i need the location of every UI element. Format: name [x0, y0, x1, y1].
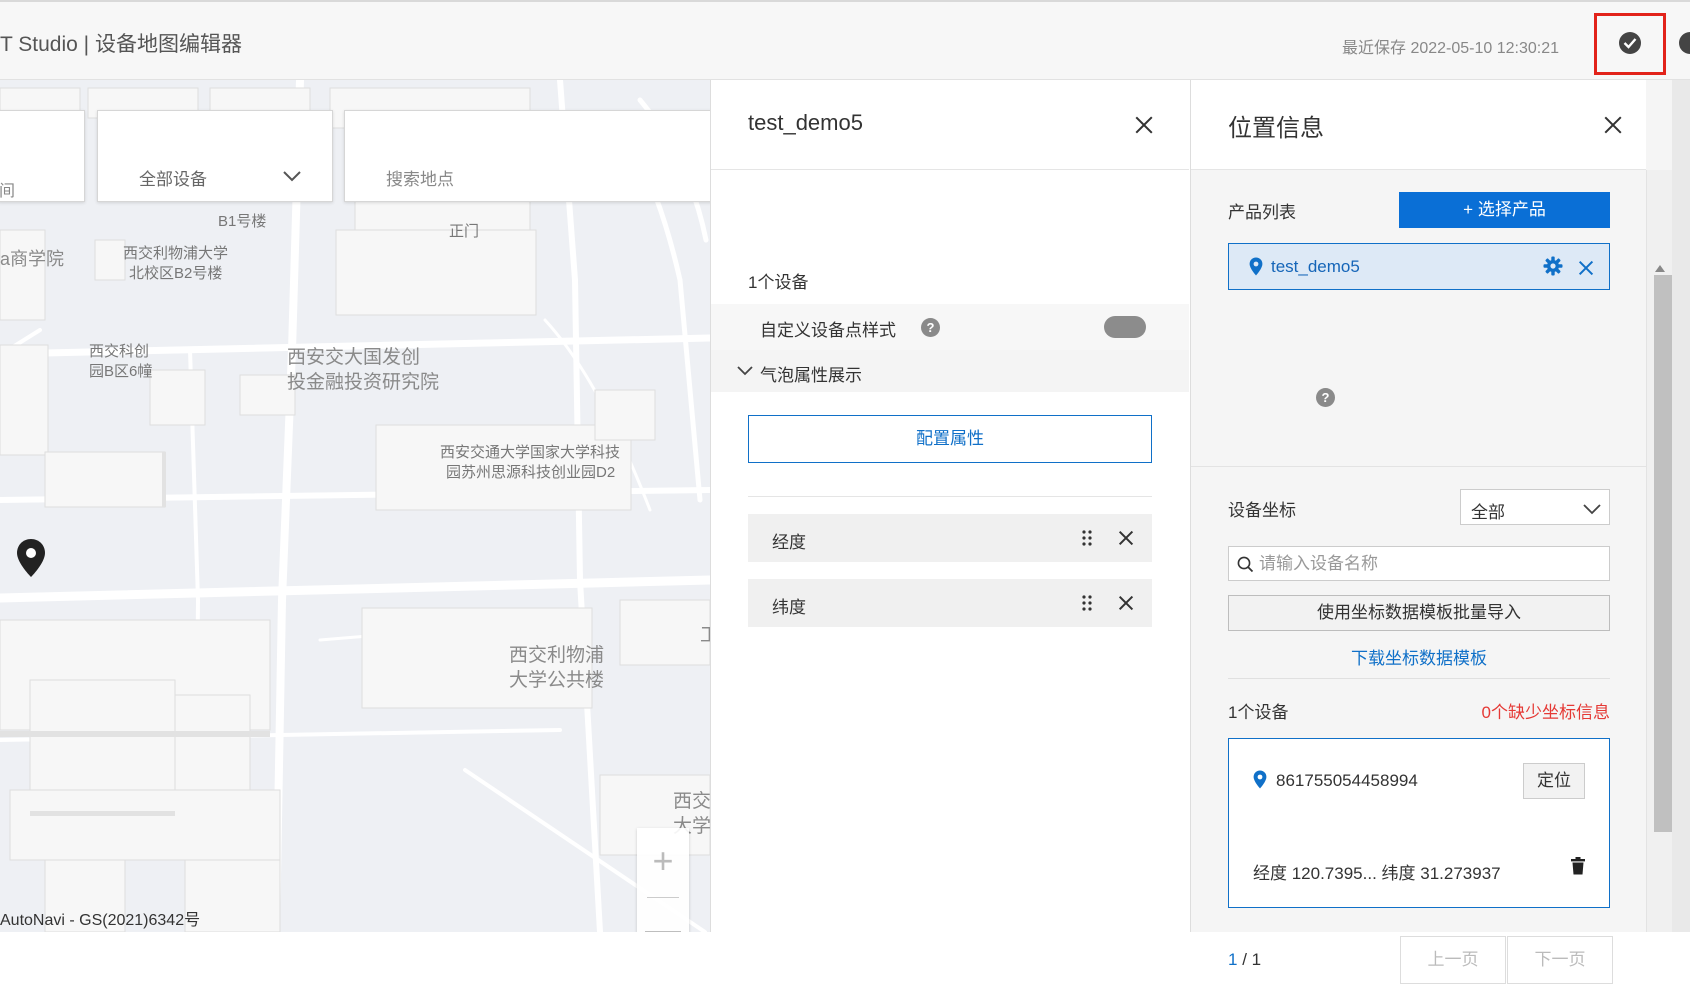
- device-marker-icon[interactable]: [16, 538, 46, 583]
- current-page: 1: [1228, 950, 1238, 969]
- map-label-gate: 正门: [449, 223, 480, 240]
- panel-header: 位置信息: [1191, 80, 1646, 170]
- divider: [748, 496, 1152, 497]
- gear-icon[interactable]: [1543, 256, 1563, 281]
- location-info-panel: 位置信息 产品列表 + 选择产品 test_demo5 设备坐标 ? 全部 使用…: [1190, 80, 1690, 984]
- attribute-label: 纬度: [772, 598, 806, 617]
- scrollbar-thumb[interactable]: [1654, 275, 1672, 832]
- map-label-kechuang-line1: 西交科创: [89, 343, 150, 360]
- close-icon[interactable]: [1603, 115, 1623, 135]
- product-name: test_demo5: [1271, 257, 1360, 276]
- chevron-down-icon: [283, 167, 301, 187]
- help-icon[interactable]: [1679, 32, 1690, 54]
- bubble-attr-section[interactable]: 气泡属性展示: [711, 350, 1189, 392]
- product-style-panel: test_demo5 1个设备 自定义设备点样式 ? 气泡属性展示 配置属性 经…: [710, 80, 1190, 932]
- prev-page-button[interactable]: 上一页: [1400, 936, 1506, 984]
- missing-coordinate-count: 0个缺少坐标信息: [1481, 703, 1610, 722]
- drag-handle-icon[interactable]: [1082, 595, 1092, 616]
- drag-handle-icon[interactable]: [1082, 530, 1092, 551]
- place-search-input[interactable]: 搜索地点: [344, 110, 710, 202]
- scrollbar[interactable]: [1646, 170, 1672, 932]
- map-label-kechuang: 西交科创 园B区6幢: [89, 342, 152, 381]
- configure-attributes-button[interactable]: 配置属性: [748, 415, 1152, 463]
- map-label-business-school: a商学院: [0, 249, 65, 269]
- select-value: 全部: [1471, 503, 1505, 522]
- time-filter[interactable]: 间: [0, 110, 85, 202]
- map-label-dafa-line2: 投金融投资研究院: [287, 371, 440, 393]
- total-pages: / 1: [1242, 950, 1262, 969]
- bubble-attr-label: 气泡属性展示: [760, 366, 862, 385]
- chevron-down-icon: [1583, 502, 1601, 520]
- product-list-label: 产品列表: [1228, 203, 1296, 222]
- search-icon: [1237, 556, 1254, 578]
- map-label-d2-line1: 西安交通大学国家大学科技: [440, 444, 621, 461]
- map-label-public-line1: 西交利物浦: [509, 645, 605, 666]
- custom-style-toggle[interactable]: [1104, 316, 1146, 338]
- device-id: 861755054458994: [1276, 771, 1418, 790]
- remove-attribute-icon[interactable]: [1116, 528, 1136, 548]
- download-template-link[interactable]: 下载坐标数据模板: [1228, 644, 1610, 669]
- attribute-row: 经度: [748, 514, 1152, 562]
- map-label-dafa: 西安交大国发创 投金融投资研究院: [287, 346, 439, 395]
- device-search: [1228, 546, 1610, 581]
- pagination-indicator: 1 / 1: [1228, 950, 1261, 970]
- trash-icon[interactable]: [1570, 857, 1586, 880]
- top-bar: T Studio | 设备地图编辑器 最近保存 2022-05-10 12:30…: [0, 0, 1690, 80]
- next-page-button[interactable]: 下一页: [1507, 936, 1613, 984]
- map-copyright: AutoNavi - GS(2021)6342号: [0, 912, 201, 929]
- map-label-d2-line2: 园苏州思源科技创业园D2: [446, 463, 616, 481]
- custom-style-row: 自定义设备点样式 ?: [711, 304, 1189, 350]
- map-label-edge1: 工: [700, 625, 710, 646]
- check-circle-icon[interactable]: [1619, 32, 1641, 54]
- location-pin-icon: [1253, 770, 1267, 794]
- device-count: 1个设备: [748, 273, 809, 292]
- map-label-dafa-line1: 西安交大国发创: [287, 347, 421, 368]
- zoom-out-button[interactable]: —: [637, 897, 689, 932]
- map-label-b2: 西交利物浦大学 北校区B2号楼: [123, 244, 228, 283]
- chevron-down-icon: [737, 363, 753, 381]
- map-label-public: 西交利物浦 大学公共楼: [509, 644, 604, 693]
- last-saved-time: 最近保存 2022-05-10 12:30:21: [1342, 40, 1560, 57]
- window-edge: [1672, 80, 1690, 932]
- device-search-input[interactable]: [1259, 551, 1599, 577]
- map-label-b2-line1: 西交利物浦大学: [123, 245, 229, 262]
- map-label-kechuang-line2: 园B区6幢: [89, 362, 153, 380]
- coordinate-filter-select[interactable]: 全部: [1460, 489, 1610, 525]
- map-label-edge2-line1: 西交: [673, 791, 710, 812]
- device-coordinates: 经度 120.7395... 纬度 31.273937: [1253, 864, 1501, 883]
- remove-product-icon[interactable]: [1576, 258, 1596, 278]
- map-label-d2: 西安交通大学国家大学科技 园苏州思源科技创业园D2: [440, 443, 620, 482]
- app-title: T Studio | 设备地图编辑器: [0, 33, 242, 56]
- device-filter-value: 全部设备: [139, 170, 207, 189]
- attribute-row: 纬度: [748, 579, 1152, 627]
- location-pin-icon: [1249, 257, 1263, 281]
- panel-title: test_demo5: [748, 110, 863, 135]
- device-filter-select[interactable]: 全部设备: [97, 110, 333, 202]
- zoom-control: + —: [637, 828, 689, 932]
- select-product-button[interactable]: + 选择产品: [1399, 192, 1610, 228]
- close-icon[interactable]: [1134, 115, 1154, 135]
- zoom-in-button[interactable]: +: [637, 828, 689, 897]
- custom-style-label: 自定义设备点样式: [760, 321, 896, 340]
- help-icon[interactable]: ?: [1316, 388, 1335, 407]
- remove-attribute-icon[interactable]: [1116, 593, 1136, 613]
- batch-import-button[interactable]: 使用坐标数据模板批量导入: [1228, 595, 1610, 631]
- locate-button[interactable]: 定位: [1523, 763, 1585, 799]
- device-count: 1个设备: [1228, 703, 1289, 722]
- device-card[interactable]: 861755054458994 定位 经度 120.7395... 纬度 31.…: [1228, 738, 1610, 908]
- divider: [1228, 678, 1610, 679]
- map-label-b2-line2: 北校区B2号楼: [129, 264, 223, 282]
- attribute-label: 经度: [772, 533, 806, 552]
- map-canvas[interactable]: B1号楼 正门 a商学院 西交利物浦大学 北校区B2号楼 西交科创 园B区6幢 …: [0, 80, 710, 932]
- map-label-b1: B1号楼: [218, 213, 267, 230]
- product-item[interactable]: test_demo5: [1228, 243, 1610, 290]
- panel-title: 位置信息: [1228, 115, 1324, 142]
- help-icon[interactable]: ?: [921, 318, 940, 337]
- map-background: [0, 80, 710, 932]
- panel-header: test_demo5: [711, 80, 1189, 170]
- device-coordinate-label: 设备坐标: [1228, 501, 1296, 520]
- map-label-public-line2: 大学公共楼: [509, 669, 605, 691]
